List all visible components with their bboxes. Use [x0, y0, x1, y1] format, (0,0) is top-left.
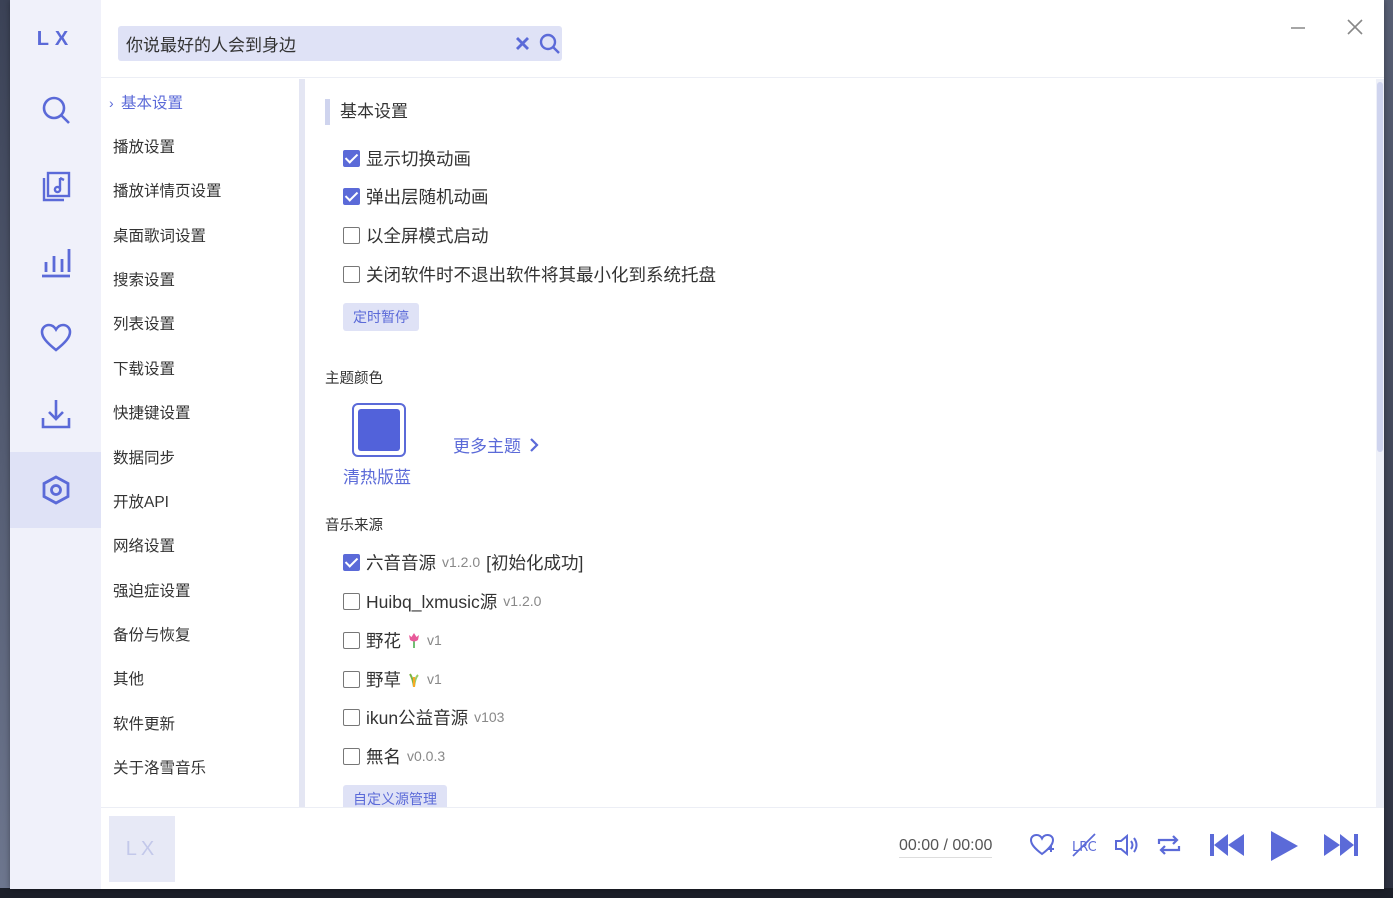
- settings-nav-item[interactable]: 网络设置: [113, 534, 175, 558]
- settings-nav-item[interactable]: 搜索设置: [113, 268, 175, 292]
- timer-pause-button[interactable]: 定时暂停: [343, 303, 419, 331]
- source-item[interactable]: ikun公益音源 v103: [343, 705, 504, 729]
- settings-nav-item[interactable]: 播放设置: [113, 135, 175, 159]
- next-icon[interactable]: [1322, 830, 1360, 860]
- heart-icon: [40, 323, 71, 352]
- search-box: [118, 26, 562, 61]
- theme-name[interactable]: 清热版蓝: [343, 463, 411, 488]
- settings-nav-item[interactable]: 强迫症设置: [113, 579, 191, 603]
- nav-leaderboard[interactable]: [10, 224, 101, 300]
- settings-nav-item[interactable]: 播放详情页设置: [113, 179, 222, 203]
- option-show-switch-animation[interactable]: 显示切换动画: [343, 146, 471, 170]
- source-item[interactable]: 無名 v0.0.3: [343, 744, 445, 768]
- nav-song-list[interactable]: [10, 148, 101, 224]
- settings-nav-item[interactable]: 下载设置: [113, 357, 175, 381]
- search-icon[interactable]: [538, 32, 562, 56]
- app-window: LX ›基本设置 播放设置 播放详情页设置: [10, 0, 1384, 889]
- app-logo: LX: [36, 28, 75, 50]
- checkbox[interactable]: [343, 265, 360, 283]
- checkbox[interactable]: [343, 592, 360, 610]
- option-fullscreen-start[interactable]: 以全屏模式启动: [343, 223, 489, 247]
- theme-color: [358, 409, 400, 451]
- settings-nav-item[interactable]: 备份与恢复: [113, 623, 191, 647]
- chevron-right-icon: [530, 437, 539, 452]
- favorite-heart-icon[interactable]: [1029, 832, 1055, 858]
- checkbox[interactable]: [343, 670, 360, 688]
- settings-nav-item[interactable]: 数据同步: [113, 446, 175, 470]
- settings-nav-item[interactable]: 关于洛雪音乐: [113, 756, 206, 780]
- scrollbar[interactable]: [1376, 79, 1384, 807]
- settings-icon: [42, 475, 69, 505]
- settings-nav-item[interactable]: 其他: [113, 667, 144, 691]
- minimize-icon[interactable]: [1290, 18, 1306, 34]
- theme-swatch[interactable]: [352, 403, 406, 457]
- volume-icon[interactable]: [1113, 832, 1141, 858]
- checkbox[interactable]: [343, 631, 360, 649]
- nav-download[interactable]: [10, 376, 101, 452]
- nav-settings[interactable]: [10, 452, 101, 528]
- play-time: 00:00 / 00:00: [899, 837, 993, 858]
- nav-search[interactable]: [10, 72, 101, 148]
- chevron-right-icon: ›: [109, 95, 114, 111]
- section-title: 基本设置: [325, 99, 408, 125]
- previous-icon[interactable]: [1208, 830, 1246, 860]
- music-library-icon: [42, 171, 70, 202]
- checkbox[interactable]: [343, 553, 360, 571]
- scrollbar-thumb[interactable]: [1377, 82, 1383, 452]
- checkbox[interactable]: [343, 226, 360, 244]
- lyric-icon[interactable]: LRC: [1071, 832, 1097, 858]
- settings-content: 基本设置 显示切换动画 弹出层随机动画 以全屏模式启动 关闭软件时不退出软件将其…: [307, 79, 1375, 807]
- nav-rail: LX: [10, 0, 101, 889]
- close-icon[interactable]: [1346, 18, 1364, 36]
- source-item[interactable]: Huibq_lxmusic源 v1.2.0: [343, 589, 541, 613]
- download-icon: [41, 400, 70, 429]
- checkbox[interactable]: [343, 747, 360, 765]
- tulip-icon: [409, 633, 419, 648]
- player-bar: LX 00:00 / 00:00 LRC: [101, 807, 1384, 889]
- source-label: 音乐来源: [325, 518, 383, 534]
- theme-label: 主题颜色: [325, 371, 383, 387]
- more-themes-link[interactable]: 更多主题: [453, 432, 539, 457]
- settings-nav-item[interactable]: › 基本设置: [109, 91, 183, 115]
- nav-favorites[interactable]: [10, 300, 101, 376]
- settings-nav-item[interactable]: 开放API: [113, 490, 169, 514]
- option-random-popup-animation[interactable]: 弹出层随机动画: [343, 184, 489, 208]
- album-cover[interactable]: LX: [109, 816, 175, 882]
- top-bar: [101, 0, 1384, 78]
- play-icon[interactable]: [1265, 828, 1301, 864]
- settings-nav: › 基本设置 播放设置 播放详情页设置 桌面歌词设置 搜索设置 列表设置 下载设置…: [101, 79, 305, 807]
- option-minimize-to-tray[interactable]: 关闭软件时不退出软件将其最小化到系统托盘: [343, 262, 716, 286]
- search-icon: [42, 96, 70, 124]
- settings-nav-item[interactable]: 快捷键设置: [113, 401, 191, 425]
- settings-nav-item[interactable]: 桌面歌词设置: [113, 224, 206, 248]
- search-input[interactable]: [126, 26, 486, 61]
- source-item[interactable]: 野草 v1: [343, 667, 442, 691]
- checkbox[interactable]: [343, 708, 360, 726]
- checkbox[interactable]: [343, 149, 360, 167]
- source-item[interactable]: 野花 v1: [343, 628, 442, 652]
- checkbox[interactable]: [343, 187, 360, 205]
- taskbar: [0, 888, 1393, 898]
- settings-nav-item[interactable]: 软件更新: [113, 712, 175, 736]
- settings-nav-item[interactable]: 列表设置: [113, 312, 175, 336]
- repeat-icon[interactable]: [1156, 832, 1182, 858]
- clear-search-icon[interactable]: [513, 34, 532, 53]
- leaderboard-icon: [41, 249, 70, 278]
- custom-source-manage-button[interactable]: 自定义源管理: [343, 785, 447, 807]
- grass-icon: [409, 673, 419, 687]
- source-item[interactable]: 六音音源 v1.2.0 [初始化成功]: [343, 550, 583, 574]
